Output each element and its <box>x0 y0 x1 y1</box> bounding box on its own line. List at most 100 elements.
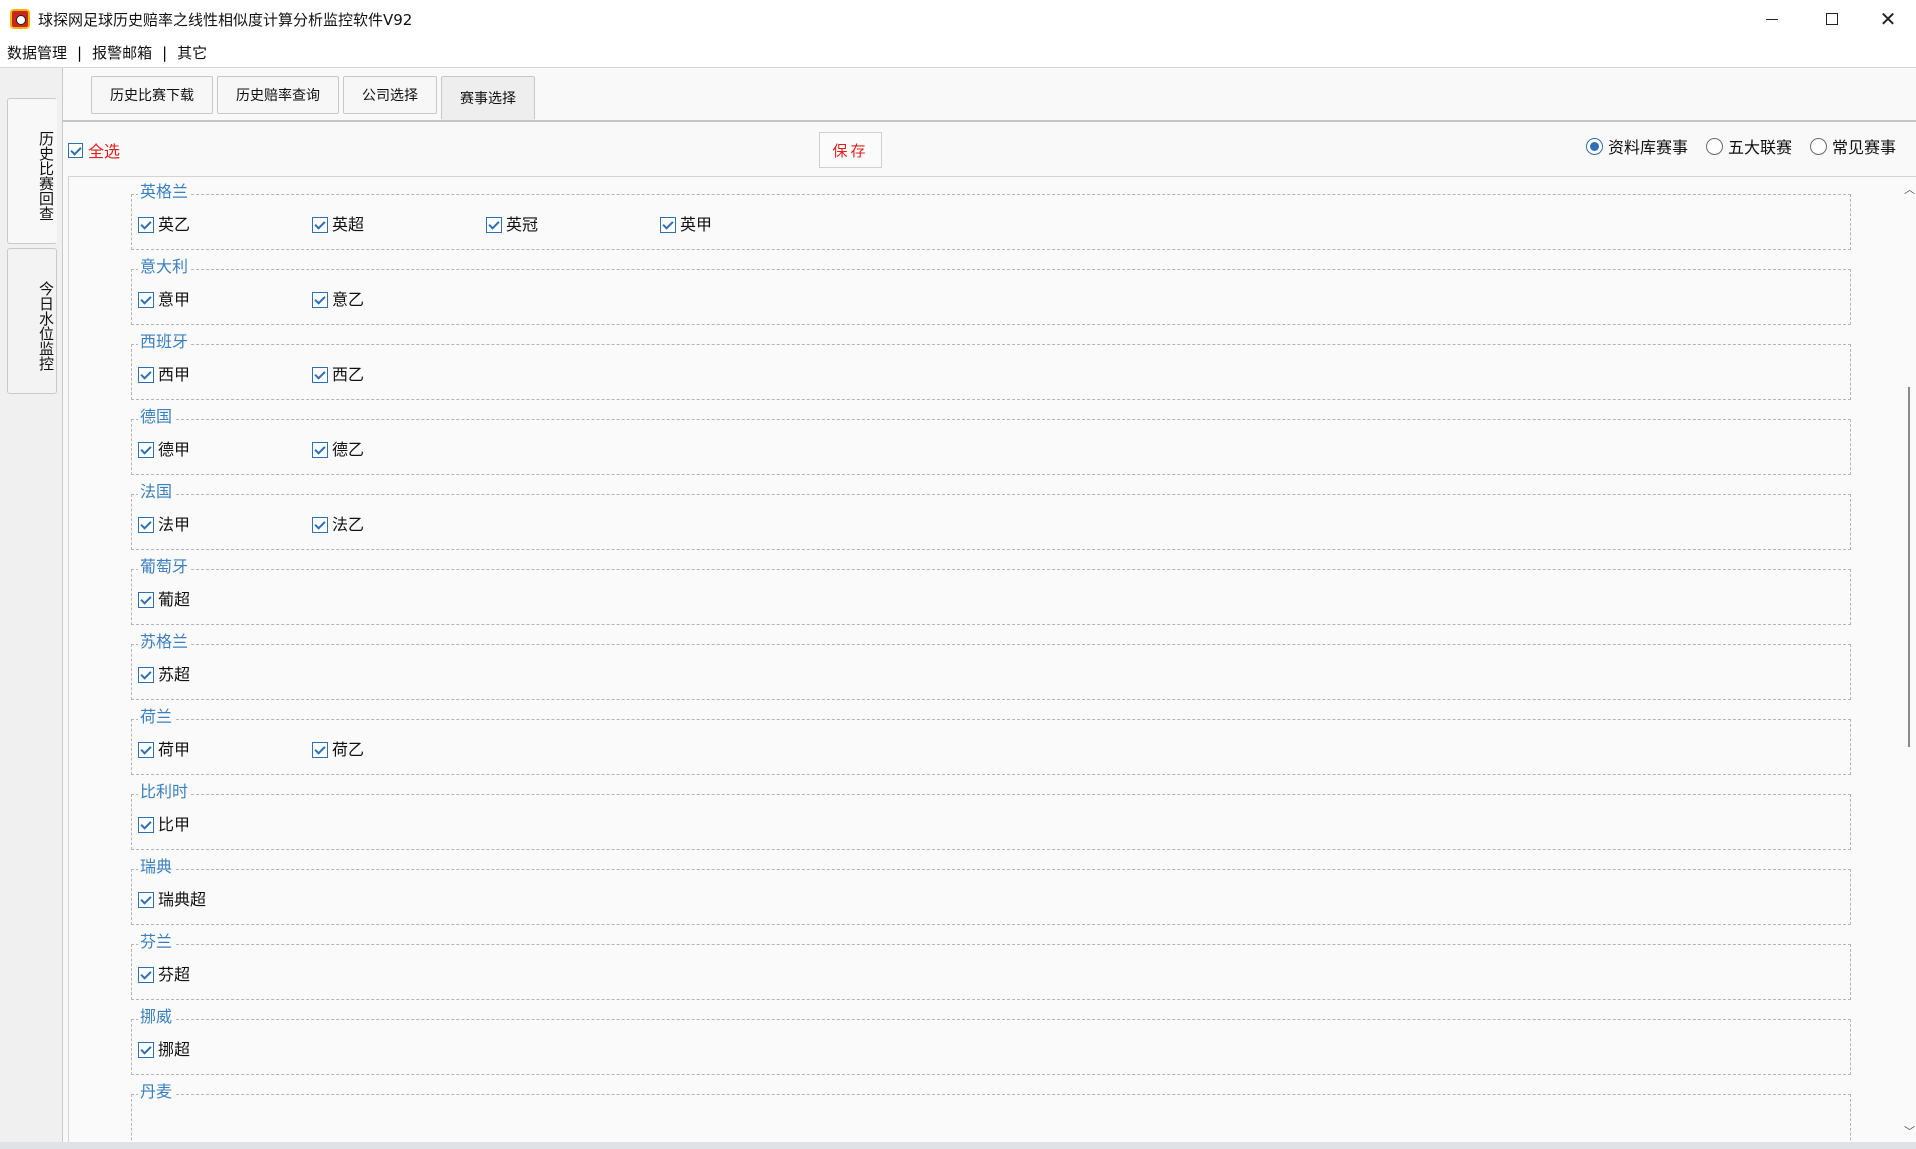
league-group: 意大利意甲 意乙 <box>131 257 1851 325</box>
league-checkbox[interactable]: 葡超 <box>138 590 190 610</box>
league-groups: 英格兰英乙 英超 英冠 英甲意大利意甲 意乙西班牙西甲 西乙德国德甲 德乙法国法甲 法乙葡萄牙… <box>131 182 1851 1143</box>
close-button[interactable]: ✕ <box>1860 0 1916 38</box>
save-button[interactable]: 保存 <box>819 132 882 168</box>
league-checkbox[interactable]: 德甲 <box>138 440 190 460</box>
checkbox-checked-icon <box>486 217 502 233</box>
league-group-title: 英格兰 <box>138 182 191 202</box>
radio-label: 常见赛事 <box>1832 138 1897 157</box>
checkbox-checked-icon <box>138 667 154 683</box>
league-checkbox[interactable]: 英冠 <box>486 215 538 235</box>
league-label: 瑞典超 <box>158 890 207 909</box>
side-tab-today-monitor[interactable]: 今日水位监控 <box>7 248 57 394</box>
league-group: 比利时比甲 <box>131 782 1851 850</box>
league-label: 荷甲 <box>158 740 191 759</box>
league-checkbox[interactable]: 荷乙 <box>312 740 364 760</box>
radio-database-leagues[interactable]: 资料库赛事 <box>1586 134 1688 158</box>
league-group: 英格兰英乙 英超 英冠 英甲 <box>131 182 1851 250</box>
menu-separator: | <box>162 43 168 62</box>
checkbox-checked-icon <box>138 292 154 308</box>
maximize-button[interactable] <box>1804 0 1860 38</box>
checkbox-checked-icon <box>312 517 328 533</box>
league-checkbox[interactable]: 荷甲 <box>138 740 190 760</box>
league-checkbox[interactable]: 瑞典超 <box>138 890 206 910</box>
radio-top-five-leagues[interactable]: 五大联赛 <box>1706 134 1792 158</box>
tab-league-select[interactable]: 赛事选择 <box>441 76 535 120</box>
app-logo-icon <box>10 9 30 29</box>
league-label: 法甲 <box>158 515 191 534</box>
league-group: 法国法甲 法乙 <box>131 482 1851 550</box>
league-label: 比甲 <box>158 815 191 834</box>
scroll-thumb[interactable] <box>1908 387 1910 747</box>
main-panel: 历史比赛下载 历史赔率查询 公司选择 赛事选择 全选 保存 资料库赛事 五大联赛… <box>62 68 1916 1146</box>
league-checkbox[interactable]: 英甲 <box>660 215 712 235</box>
league-checkbox[interactable]: 意乙 <box>312 290 364 310</box>
league-label: 英乙 <box>158 215 191 234</box>
tab-company-select[interactable]: 公司选择 <box>343 76 437 114</box>
scroll-down-icon[interactable]: ﹀ <box>1904 1123 1915 1139</box>
league-checkbox[interactable]: 法甲 <box>138 515 190 535</box>
league-checkbox[interactable]: 挪超 <box>138 1040 190 1060</box>
league-label: 西甲 <box>158 365 191 384</box>
league-label: 德乙 <box>332 440 365 459</box>
league-label: 芬超 <box>158 965 191 984</box>
top-tabs: 历史比赛下载 历史赔率查询 公司选择 赛事选择 <box>91 76 539 120</box>
side-tab-history-review[interactable]: 历史比赛回查 <box>7 98 57 244</box>
taskbar-edge <box>0 1142 1916 1149</box>
league-list-panel: 英格兰英乙 英超 英冠 英甲意大利意甲 意乙西班牙西甲 西乙德国德甲 德乙法国法甲 法乙葡萄牙… <box>68 176 1916 1144</box>
league-label: 英超 <box>332 215 365 234</box>
tab-history-odds-query[interactable]: 历史赔率查询 <box>217 76 339 114</box>
league-group-title: 比利时 <box>138 782 191 802</box>
select-all-checkbox[interactable]: 全选 <box>68 138 120 162</box>
checkbox-checked-icon <box>138 442 154 458</box>
checkbox-checked-icon <box>312 292 328 308</box>
tab-history-download[interactable]: 历史比赛下载 <box>91 76 213 114</box>
menu-alarm-mailbox[interactable]: 报警邮箱 <box>90 42 154 63</box>
league-checkbox[interactable]: 西乙 <box>312 365 364 385</box>
league-checkbox[interactable]: 德乙 <box>312 440 364 460</box>
radio-common-leagues[interactable]: 常见赛事 <box>1810 134 1896 158</box>
minimize-button[interactable] <box>1744 0 1800 38</box>
league-group: 芬兰芬超 <box>131 932 1851 1000</box>
league-checkbox[interactable]: 法乙 <box>312 515 364 535</box>
league-checkbox[interactable]: 意甲 <box>138 290 190 310</box>
checkbox-checked-icon <box>138 517 154 533</box>
minimize-icon <box>1766 18 1778 20</box>
maximize-icon <box>1826 13 1838 25</box>
menu-separator: | <box>77 43 83 62</box>
checkbox-checked-icon <box>138 742 154 758</box>
menu-other[interactable]: 其它 <box>175 42 209 63</box>
league-group-title: 芬兰 <box>138 932 175 952</box>
league-label: 苏超 <box>158 665 191 684</box>
vertical-scrollbar[interactable]: ︿ ﹀ <box>1902 177 1916 1143</box>
league-group: 荷兰 荷甲 荷乙 <box>131 707 1851 775</box>
league-label: 葡超 <box>158 590 191 609</box>
league-group-title: 瑞典 <box>138 857 175 877</box>
league-group-title: 西班牙 <box>138 332 191 352</box>
league-label: 意甲 <box>158 290 191 309</box>
league-checkbox[interactable]: 英乙 <box>138 215 190 235</box>
league-group-title: 意大利 <box>138 257 191 277</box>
checkbox-checked-icon <box>138 592 154 608</box>
checkbox-checked-icon <box>138 217 154 233</box>
league-group-title: 挪威 <box>138 1007 175 1027</box>
league-group-title: 葡萄牙 <box>138 557 191 577</box>
radio-unselected-icon <box>1706 137 1724 155</box>
checkbox-checked-icon <box>138 1042 154 1058</box>
league-label: 西乙 <box>332 365 365 384</box>
league-label: 意乙 <box>332 290 365 309</box>
league-label: 德甲 <box>158 440 191 459</box>
checkbox-checked-icon <box>138 892 154 908</box>
league-checkbox[interactable]: 苏超 <box>138 665 190 685</box>
menu-data-management[interactable]: 数据管理 <box>5 42 69 63</box>
league-group-title: 德国 <box>138 407 175 427</box>
close-icon: ✕ <box>1879 7 1897 31</box>
league-group-title: 法国 <box>138 482 175 502</box>
league-group: 葡萄牙葡超 <box>131 557 1851 625</box>
league-group-title: 苏格兰 <box>138 632 191 652</box>
league-label: 法乙 <box>332 515 365 534</box>
league-checkbox[interactable]: 芬超 <box>138 965 190 985</box>
scroll-up-icon[interactable]: ︿ <box>1904 181 1915 197</box>
league-checkbox[interactable]: 英超 <box>312 215 364 235</box>
league-checkbox[interactable]: 比甲 <box>138 815 190 835</box>
league-checkbox[interactable]: 西甲 <box>138 365 190 385</box>
